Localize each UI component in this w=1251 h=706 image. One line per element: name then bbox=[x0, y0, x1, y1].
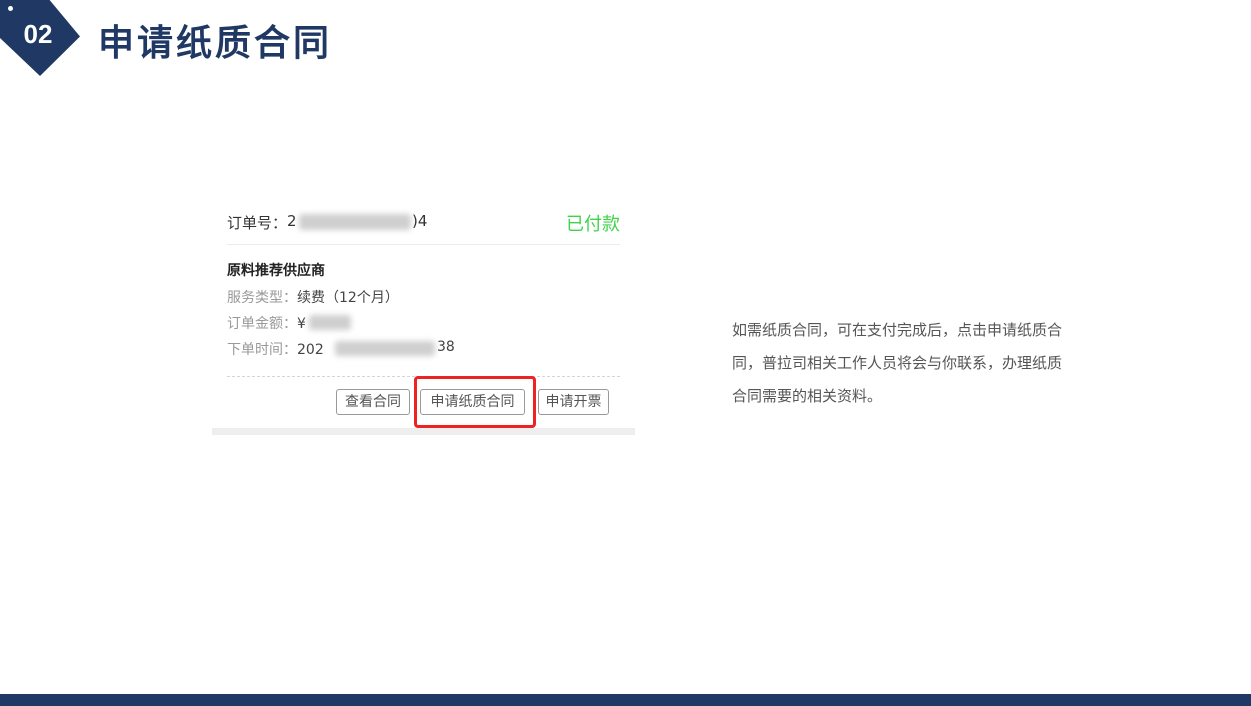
card-bottom-band bbox=[212, 428, 635, 435]
step-badge: 02 bbox=[0, 0, 80, 76]
amount-visible: ¥ bbox=[297, 316, 306, 332]
description-text: 如需纸质合同，可在支付完成后，点击申请纸质合同，普拉司相关工作人员将会与你联系，… bbox=[732, 321, 1063, 405]
view-contract-button[interactable]: 查看合同 bbox=[336, 389, 410, 415]
apply-invoice-button[interactable]: 申请开票 bbox=[538, 389, 609, 415]
service-type-label: 服务类型： bbox=[227, 290, 297, 306]
amount-label: 订单金额： bbox=[227, 316, 297, 332]
supplier-name: 原料推荐供应商 bbox=[227, 263, 325, 279]
amount-row: 订单金额：¥ bbox=[227, 313, 351, 333]
order-number-label: 订单号： bbox=[227, 214, 288, 232]
divider bbox=[227, 244, 620, 245]
order-number-prefix: 2 bbox=[287, 212, 297, 230]
badge-dot bbox=[8, 6, 13, 11]
footer-bar bbox=[0, 694, 1251, 706]
order-time-suffix: 38 bbox=[437, 339, 455, 355]
step-number: 02 bbox=[23, 19, 53, 49]
order-time-prefix: 202 bbox=[297, 342, 324, 358]
order-status-badge: 已付款 bbox=[566, 214, 620, 235]
order-time-row: 下单时间：202 38 bbox=[227, 339, 455, 359]
service-type-value: 续费（12个月） bbox=[297, 290, 399, 306]
order-time-label: 下单时间： bbox=[227, 342, 297, 358]
page-title: 申请纸质合同 bbox=[98, 23, 333, 64]
order-number-suffix: )4 bbox=[412, 212, 428, 230]
amount-redaction bbox=[309, 315, 351, 330]
order-number-row: 订单号： 2 )4 已付款 bbox=[227, 210, 620, 235]
order-time-redaction bbox=[335, 341, 435, 356]
highlight-box bbox=[414, 376, 536, 428]
order-card-screenshot: 订单号： 2 )4 已付款 原料推荐供应商 服务类型：续费（12个月） 订单金额… bbox=[212, 198, 635, 435]
order-number-redaction bbox=[299, 214, 411, 230]
service-type-row: 服务类型：续费（12个月） bbox=[227, 287, 399, 307]
